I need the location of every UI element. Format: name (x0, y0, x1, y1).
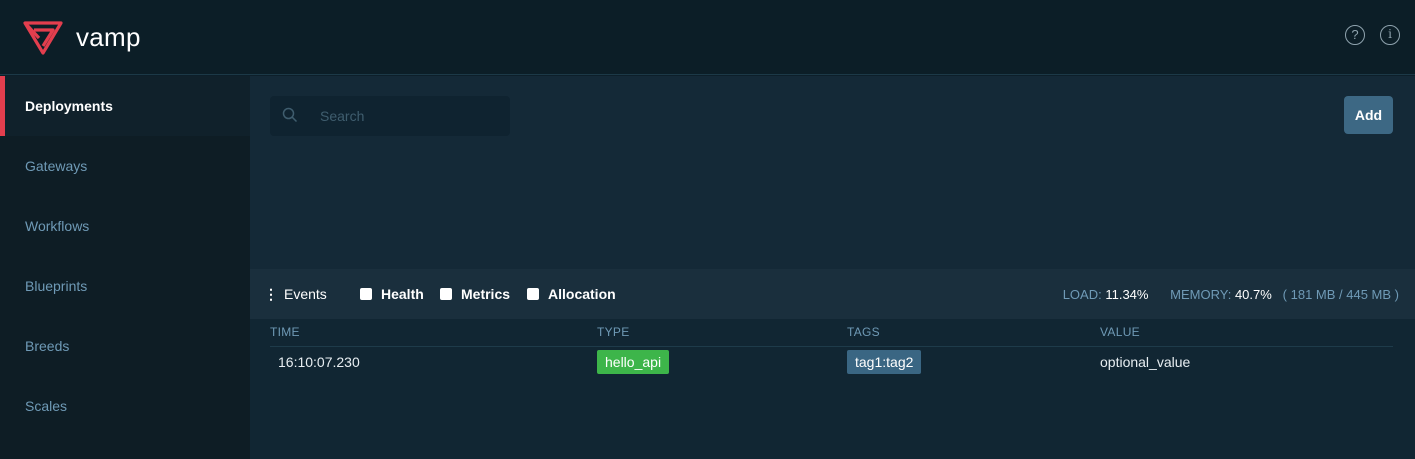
sidebar: Deployments Gateways Workflows Blueprint… (0, 76, 250, 459)
metrics-checkbox[interactable] (440, 288, 452, 300)
load-value: 11.34% (1105, 287, 1149, 302)
filter-health[interactable]: Health (360, 286, 424, 302)
column-header-value: VALUE (1100, 325, 1140, 339)
memory-label: MEMORY: (1170, 287, 1232, 302)
app-name: vamp (76, 22, 141, 52)
info-icon[interactable]: i (1380, 25, 1400, 45)
events-table: TIME TYPE TAGS VALUE 16:10:07.230 hello_… (250, 319, 1415, 459)
main-content: Add (250, 76, 1415, 269)
memory-detail: ( 181 MB / 445 MB ) (1282, 287, 1399, 302)
sidebar-item-gateways[interactable]: Gateways (0, 136, 250, 196)
event-type-badge: hello_api (597, 350, 670, 374)
filter-allocation-label: Allocation (548, 286, 616, 302)
add-button[interactable]: Add (1344, 96, 1393, 134)
sidebar-item-workflows[interactable]: Workflows (0, 196, 250, 256)
events-title[interactable]: ⋮ Events (264, 286, 327, 303)
more-vertical-icon: ⋮ (264, 286, 278, 302)
search-box[interactable] (270, 96, 510, 136)
filter-allocation[interactable]: Allocation (527, 286, 616, 302)
events-bar: ⋮ Events Health Metrics Allocation LOAD: … (250, 269, 1415, 319)
column-header-time: TIME (270, 325, 300, 339)
filter-metrics[interactable]: Metrics (440, 286, 510, 302)
resource-stats: LOAD: 11.34% MEMORY: 40.7% ( 181 MB / 44… (1063, 287, 1399, 302)
filter-metrics-label: Metrics (461, 286, 511, 302)
help-icon[interactable]: ? (1345, 25, 1365, 45)
sidebar-item-breeds[interactable]: Breeds (0, 316, 250, 376)
column-header-type: TYPE (597, 325, 630, 339)
filter-health-label: Health (381, 286, 424, 302)
load-label: LOAD: (1062, 287, 1102, 302)
event-tag-badge: tag1:tag2 (847, 350, 922, 374)
search-input[interactable] (318, 96, 503, 136)
vamp-logo-icon (23, 21, 63, 55)
sidebar-item-blueprints[interactable]: Blueprints (0, 256, 250, 316)
event-value: optional_value (1100, 354, 1191, 370)
allocation-checkbox[interactable] (527, 288, 539, 300)
search-icon (282, 107, 298, 123)
health-checkbox[interactable] (360, 288, 372, 300)
header-divider (270, 346, 1393, 347)
top-bar: vamp ? i (0, 0, 1415, 75)
column-header-tags: TAGS (847, 325, 880, 339)
memory-value: 40.7% (1234, 287, 1272, 302)
sidebar-item-scales[interactable]: Scales (0, 376, 250, 436)
sidebar-item-deployments[interactable]: Deployments (0, 76, 250, 136)
event-time: 16:10:07.230 (278, 354, 360, 370)
events-label: Events (284, 286, 327, 302)
